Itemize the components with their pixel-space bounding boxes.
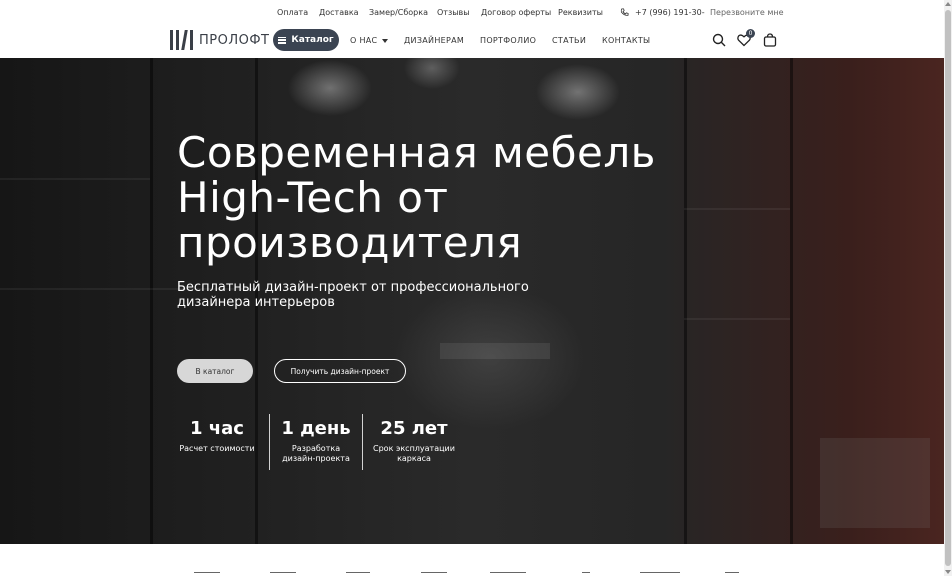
main-header: ПРОЛОФТ Каталог О НАС ДИЗАЙНЕРАМ ПОРТФОЛ… (0, 24, 944, 58)
scroll-down-arrow-icon[interactable] (945, 570, 951, 574)
stat-item: 25 лет Срок эксплуатации каркаса (368, 418, 460, 464)
phone-link[interactable]: +7 (996) 191-30- (620, 8, 705, 17)
nav-designers[interactable]: ДИЗАЙНЕРАМ (404, 36, 464, 45)
top-link-offer[interactable]: Договор оферты (481, 8, 551, 17)
catalog-button[interactable]: Каталог (273, 29, 339, 51)
scroll-up-arrow-icon[interactable] (945, 2, 951, 6)
category-icon[interactable] (582, 572, 590, 576)
category-icon[interactable] (490, 572, 526, 576)
burger-icon (278, 36, 287, 44)
hero-title: Современная мебель High-Tech от производ… (177, 128, 656, 267)
stat-item: 1 день Разработка дизайн-проекта (270, 418, 362, 464)
phone-number: +7 (996) 191-30- (635, 8, 705, 17)
stat-item: 1 час Расчет стоимости (171, 418, 263, 454)
category-icon[interactable] (270, 572, 296, 576)
scroll-thumb[interactable] (945, 10, 951, 566)
nav-about[interactable]: О НАС (350, 36, 389, 45)
category-icon[interactable] (421, 572, 447, 576)
stat-label: Срок эксплуатации каркаса (373, 444, 455, 463)
category-icon[interactable] (640, 572, 680, 576)
top-link-measure[interactable]: Замер/Сборка (369, 8, 428, 17)
top-link-requisites[interactable]: Реквизиты (558, 8, 603, 17)
phone-icon (620, 8, 629, 16)
logo-mark-icon (170, 30, 194, 50)
stat-label: Расчет стоимости (179, 444, 255, 453)
nav-articles[interactable]: СТАТЬИ (552, 36, 586, 45)
nav-portfolio[interactable]: ПОРТФОЛИО (480, 36, 536, 45)
stat-value: 25 лет (380, 418, 448, 439)
category-icon[interactable] (346, 572, 370, 576)
nav-about-label: О НАС (350, 36, 378, 45)
page-scrollbar[interactable] (944, 0, 952, 576)
bag-icon[interactable] (763, 33, 777, 47)
logo[interactable]: ПРОЛОФТ (170, 30, 270, 50)
caret-down-icon (382, 38, 389, 43)
nav-contacts[interactable]: КОНТАКТЫ (602, 36, 650, 45)
catalog-button-label: Каталог (291, 35, 334, 45)
page: Оплата Доставка Замер/Сборка Отзывы Дого… (0, 0, 952, 576)
search-icon[interactable] (712, 33, 726, 47)
stat-value: 1 день (281, 418, 351, 439)
stat-label: Разработка дизайн-проекта (282, 444, 350, 463)
callback-link[interactable]: Перезвоните мне (710, 8, 784, 17)
hero-banner: Современная мебель High-Tech от производ… (0, 58, 944, 544)
top-link-delivery[interactable]: Доставка (319, 8, 359, 17)
category-icons-strip (0, 544, 944, 576)
category-icon[interactable] (194, 572, 220, 576)
stat-value: 1 час (190, 418, 244, 439)
top-link-payment[interactable]: Оплата (277, 8, 308, 17)
favorites-count-badge: 0 (746, 29, 755, 38)
hero-subtitle: Бесплатный дизайн-проект от профессионал… (177, 280, 529, 310)
top-link-reviews[interactable]: Отзывы (437, 8, 470, 17)
get-design-project-button[interactable]: Получить дизайн-проект (274, 359, 406, 383)
top-links-bar: Оплата Доставка Замер/Сборка Отзывы Дого… (0, 0, 944, 24)
logo-text: ПРОЛОФТ (199, 32, 270, 48)
category-icon[interactable] (725, 572, 739, 576)
to-catalog-button[interactable]: В каталог (177, 359, 253, 383)
stat-divider (362, 414, 363, 470)
